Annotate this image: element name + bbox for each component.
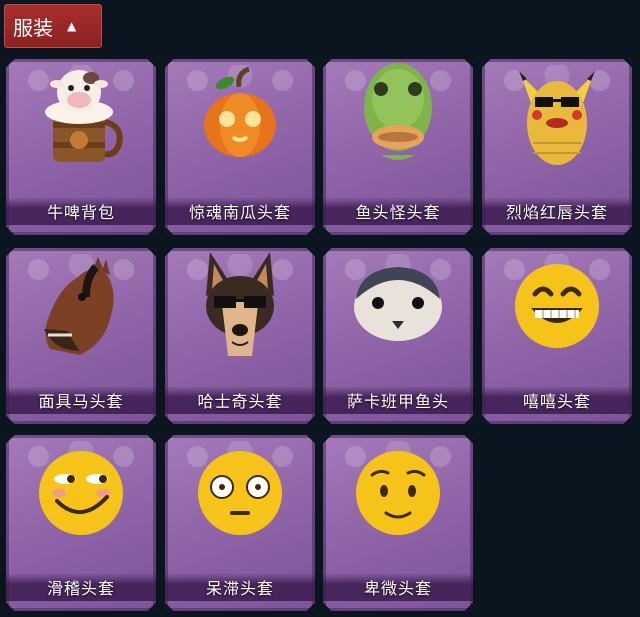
- fish-head-icon: [353, 59, 443, 175]
- costume-page: 服装 ▲ 牛啤背包 惊魂南瓜头套 鱼头怪头套 烈焰红唇头套 面具马头套 哈士奇头…: [0, 0, 640, 617]
- costume-card[interactable]: 面具马头套: [6, 248, 156, 424]
- item-name: 嘻嘻头套: [522, 392, 591, 411]
- costume-card[interactable]: 鱼头怪头套: [323, 59, 473, 235]
- item-name: 牛啤背包: [46, 203, 115, 222]
- section-title: 服装: [13, 15, 53, 40]
- item-name: 烈焰红唇头套: [505, 203, 608, 222]
- humble-emoji-icon: [350, 443, 446, 543]
- item-name: 萨卡班甲鱼头: [346, 392, 449, 411]
- item-name: 面具马头套: [38, 392, 124, 411]
- funny-emoji-icon: [33, 443, 129, 543]
- item-name: 哈士奇头套: [197, 392, 283, 411]
- costume-card[interactable]: 萨卡班甲鱼头: [323, 248, 473, 424]
- costume-card[interactable]: 嘻嘻头套: [482, 248, 632, 424]
- pumpkin-head-icon: [195, 65, 285, 169]
- item-name: 卑微头套: [363, 579, 432, 598]
- costume-card[interactable]: 牛啤背包: [6, 59, 156, 235]
- husky-head-icon: [192, 248, 288, 366]
- costume-card[interactable]: 滑稽头套: [6, 435, 156, 611]
- chevron-up-icon: ▲: [67, 19, 77, 33]
- costume-card[interactable]: 烈焰红唇头套: [482, 59, 632, 235]
- item-name: 滑稽头套: [46, 579, 115, 598]
- stunned-emoji-icon: [192, 443, 288, 543]
- costume-section-header[interactable]: 服装 ▲: [4, 4, 102, 48]
- costume-card[interactable]: 卑微头套: [323, 435, 473, 611]
- sacabambaspis-head-icon: [348, 259, 448, 353]
- item-name: 鱼头怪头套: [355, 203, 441, 222]
- horse-mask-icon: [26, 249, 136, 363]
- yellow-mouse-mask-icon: [507, 59, 607, 175]
- costume-card[interactable]: 惊魂南瓜头套: [165, 59, 315, 235]
- cow-beer-backpack-icon: [31, 60, 131, 174]
- grin-emoji-icon: [509, 256, 605, 356]
- item-name: 惊魂南瓜头套: [188, 203, 291, 222]
- costume-card[interactable]: 呆滞头套: [165, 435, 315, 611]
- item-name: 呆滞头套: [205, 579, 274, 598]
- costume-card[interactable]: 哈士奇头套: [165, 248, 315, 424]
